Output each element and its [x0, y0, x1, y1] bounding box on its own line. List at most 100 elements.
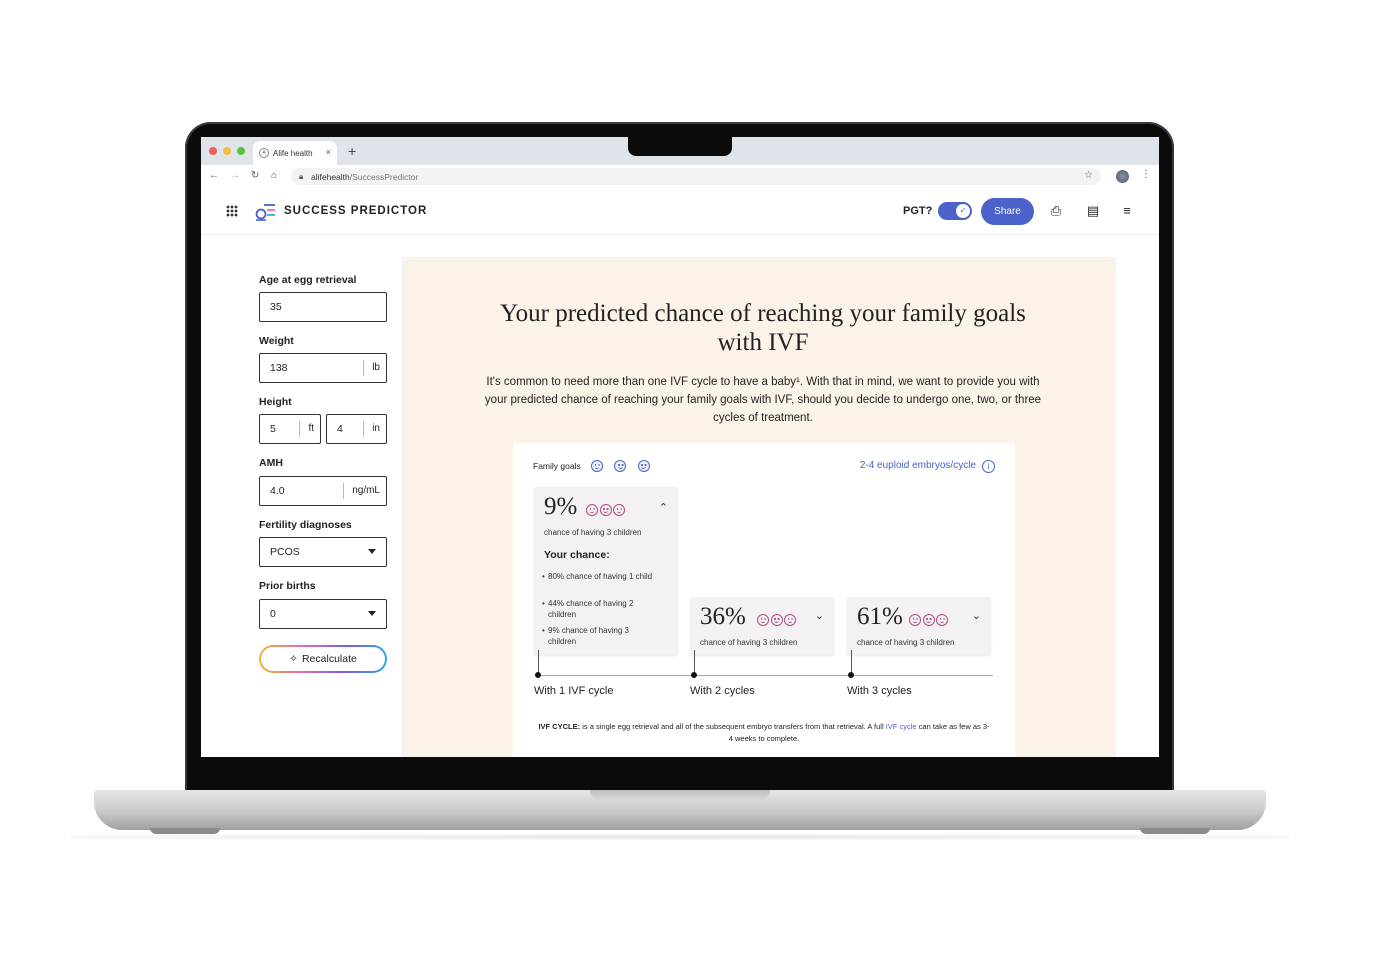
chevron-down-icon[interactable]: ⌄	[972, 609, 981, 622]
child-face-icon	[922, 614, 935, 626]
height-feet-input[interactable]: 5 ft	[259, 414, 321, 444]
url-path: /SuccessPredictor	[349, 172, 419, 182]
app-title: SUCCESS PREDICTOR	[284, 205, 428, 217]
children-faces	[909, 613, 950, 631]
browser-menu-icon[interactable]: ⋮	[1141, 169, 1151, 180]
timeline-axis	[537, 675, 993, 676]
forward-icon[interactable]: →	[230, 170, 240, 181]
pgt-label: PGT?	[903, 205, 933, 217]
child-face-icon[interactable]	[637, 460, 650, 472]
browser-tab[interactable]: A Alife health ×	[253, 141, 337, 165]
cycle-label: With 1 IVF cycle	[534, 685, 614, 697]
url-domain: alifehealth	[311, 172, 350, 182]
new-tab-button[interactable]: +	[348, 143, 356, 159]
close-window-icon[interactable]	[209, 147, 217, 155]
back-icon[interactable]: ←	[209, 170, 219, 181]
title-line-2: with IVF	[717, 329, 809, 356]
apps-grid-icon[interactable]	[226, 205, 238, 217]
result-subtitle: chance of having 3 children	[544, 528, 642, 537]
logo-icon	[255, 204, 275, 221]
timeline-dot	[848, 672, 854, 678]
result-subtitle: chance of having 3 children	[857, 638, 955, 647]
chance-bullet: 44% chance of having 2 children	[542, 598, 658, 620]
input-sidebar: Age at egg retrieval 35 Weight 138 lb He…	[244, 257, 403, 757]
child-face-icon	[770, 614, 783, 626]
height-label: Height	[259, 396, 292, 408]
lock-icon: 🔒︎	[299, 172, 304, 181]
result-card-1-cycle[interactable]: 9% ⌃ chance of having 3 children Your ch…	[534, 487, 678, 655]
print-icon[interactable]: ⎙	[1048, 203, 1064, 219]
profile-avatar[interactable]	[1116, 170, 1129, 183]
children-faces	[757, 613, 798, 631]
feedback-icon[interactable]: ▤	[1085, 203, 1101, 219]
check-icon: ✓	[956, 204, 970, 218]
child-face-icon	[784, 614, 796, 626]
sparkle-icon: ✧	[289, 653, 298, 665]
laptop-foot-right	[1140, 828, 1210, 834]
minimize-window-icon[interactable]	[223, 147, 231, 155]
family-goals: Family goals	[533, 460, 650, 474]
share-button[interactable]: Share	[981, 198, 1034, 225]
prior-births-label: Prior births	[259, 580, 316, 592]
height-feet-value: 5	[270, 423, 276, 435]
amh-label: AMH	[259, 457, 283, 469]
recalculate-button[interactable]: ✧ Recalculate	[259, 645, 387, 673]
cycle-label: With 2 cycles	[690, 685, 755, 697]
height-inches-value: 4	[337, 423, 343, 435]
home-icon[interactable]: ⌂	[271, 170, 277, 181]
child-face-icon	[936, 614, 948, 626]
maximize-window-icon[interactable]	[237, 147, 245, 155]
weight-value: 138	[270, 362, 288, 374]
weight-input[interactable]: 138 lb	[259, 353, 387, 383]
diagnoses-value: PCOS	[270, 546, 300, 558]
child-face-icon	[586, 504, 598, 516]
age-input[interactable]: 35	[259, 292, 387, 322]
favicon-icon: A	[259, 148, 269, 158]
age-label: Age at egg retrieval	[259, 274, 357, 286]
result-card-2-cycles[interactable]: 36% ⌄ chance of having 3 children	[690, 597, 834, 655]
laptop-groove	[590, 790, 770, 800]
embryos-link[interactable]: 2-4 euploid embryos/cycle i	[860, 460, 995, 473]
page-title: Your predicted chance of reaching your f…	[443, 299, 1083, 357]
timeline-dot	[691, 672, 697, 678]
result-percent: 9%	[544, 493, 578, 520]
laptop-foot-left	[150, 828, 220, 834]
timeline-dot	[535, 672, 541, 678]
weight-unit: lb	[363, 360, 386, 376]
recalculate-label: Recalculate	[301, 653, 357, 665]
child-face-icon[interactable]	[614, 460, 627, 472]
camera-notch	[628, 136, 732, 156]
result-percent: 61%	[857, 603, 903, 630]
cycle-label: With 3 cycles	[847, 685, 912, 697]
child-face-icon	[599, 504, 612, 516]
reload-icon[interactable]: ↻	[251, 170, 259, 181]
amh-unit: ng/mL	[343, 483, 386, 499]
amh-input[interactable]: 4.0 ng/mL	[259, 476, 387, 506]
result-card-3-cycles[interactable]: 61% ⌄ chance of having 3 children	[847, 597, 991, 655]
diagnoses-select[interactable]: PCOS	[259, 537, 387, 567]
prior-births-select[interactable]: 0	[259, 599, 387, 629]
pgt-toggle[interactable]: ✓	[938, 202, 972, 220]
child-face-icon[interactable]	[591, 460, 604, 472]
family-goals-label: Family goals	[533, 461, 581, 471]
hamburger-menu-icon[interactable]: ≡	[1119, 203, 1135, 219]
title-line-1: Your predicted chance of reaching your f…	[500, 300, 1026, 327]
info-icon[interactable]: i	[982, 460, 995, 473]
weight-label: Weight	[259, 335, 294, 347]
child-face-icon	[909, 614, 921, 626]
results-panel: Your predicted chance of reaching your f…	[403, 257, 1116, 757]
tab-title: Alife health	[273, 149, 313, 158]
your-chance-label: Your chance:	[544, 549, 610, 561]
amh-value: 4.0	[270, 485, 285, 497]
height-feet-unit: ft	[299, 421, 320, 437]
height-inches-input[interactable]: 4 in	[326, 414, 387, 444]
age-value: 35	[270, 301, 282, 313]
ivf-cycle-link[interactable]: IVF cycle	[886, 722, 917, 731]
prior-births-value: 0	[270, 608, 276, 620]
tab-close-icon[interactable]: ×	[326, 147, 331, 157]
address-bar[interactable]: 🔒︎ alifehealth/SuccessPredictor ☆	[291, 168, 1101, 185]
chevron-down-icon[interactable]: ⌄	[815, 609, 824, 622]
chance-bullet: 80% chance of having 1 child	[542, 571, 658, 582]
chevron-up-icon[interactable]: ⌃	[659, 501, 668, 514]
bookmark-star-icon[interactable]: ☆	[1084, 170, 1093, 181]
